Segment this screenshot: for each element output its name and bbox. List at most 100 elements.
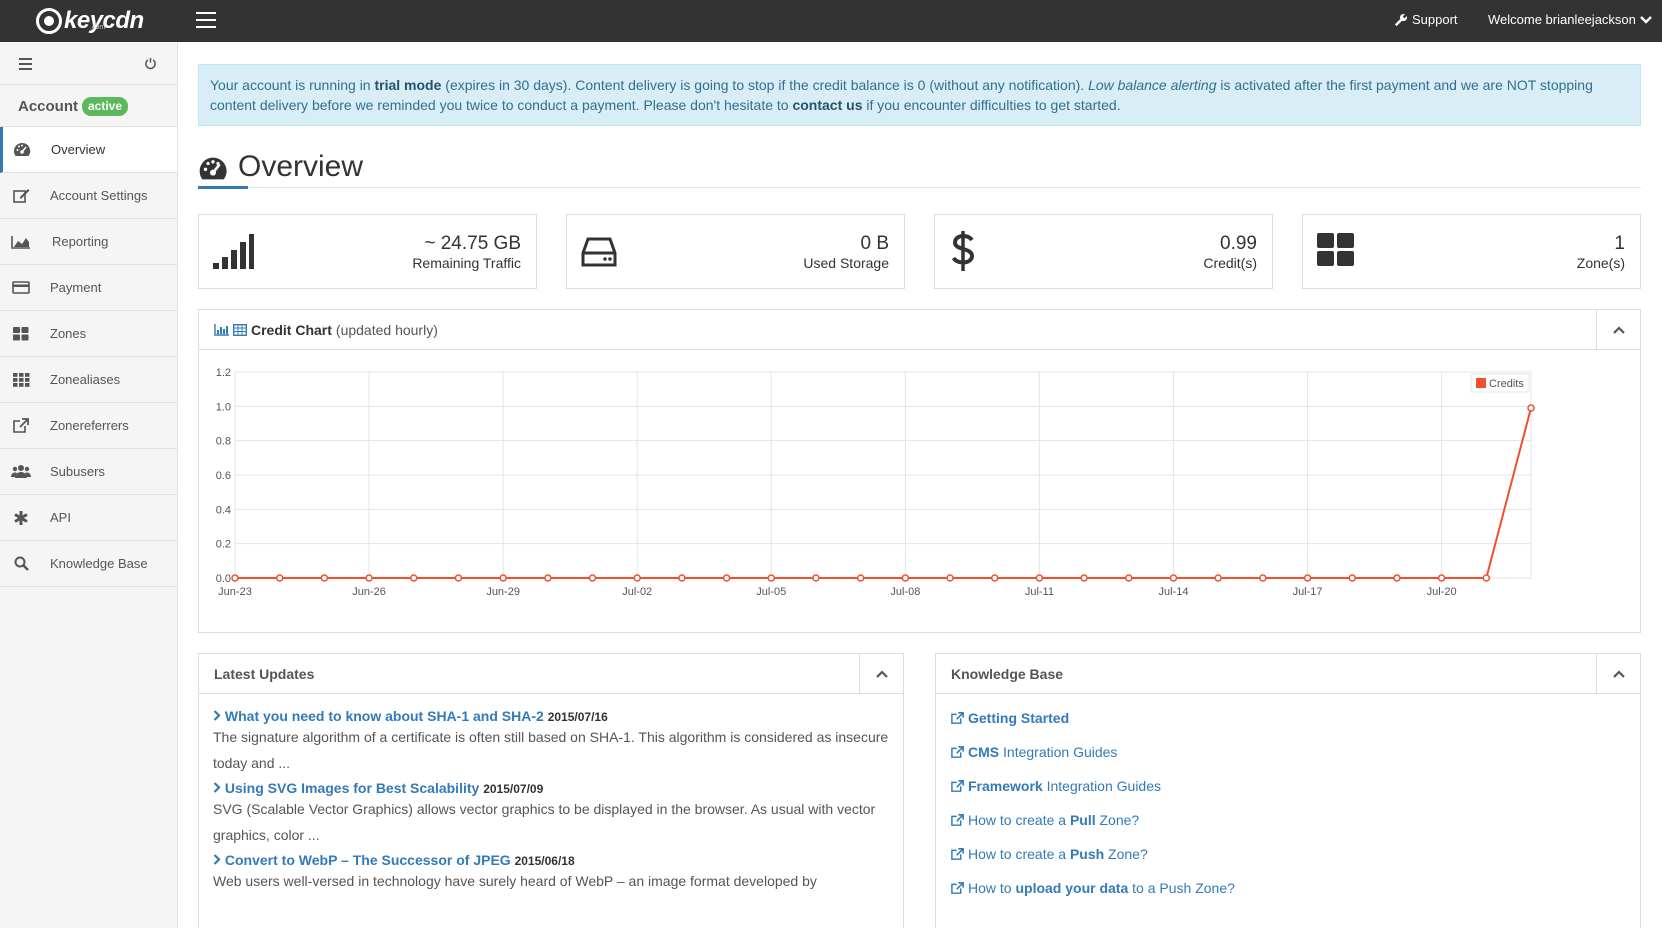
user-menu-dropdown[interactable]: Welcome brianleejackson xyxy=(1488,12,1652,27)
x-tick-label: Jul-05 xyxy=(756,586,786,598)
sidebar-collapse-icon[interactable] xyxy=(19,58,32,70)
status-badge: active xyxy=(82,97,129,116)
update-item: What you need to know about SHA-1 and SH… xyxy=(213,708,889,776)
sidebar-item-label: Account Settings xyxy=(50,188,148,203)
sidebar-toolbar xyxy=(0,42,177,85)
sidebar: Account active Overview Account Settings … xyxy=(0,42,178,928)
data-point xyxy=(588,574,597,582)
sidebar-item-api[interactable]: API xyxy=(0,495,177,541)
power-icon[interactable] xyxy=(144,57,157,70)
x-tick-label: Jul-08 xyxy=(890,586,920,598)
collapse-chart-button[interactable] xyxy=(1596,310,1640,349)
sidebar-item-zonereferrers[interactable]: Zonereferrers xyxy=(0,403,177,449)
hdd-icon xyxy=(581,237,617,267)
update-title-link[interactable]: Using SVG Images for Best Scalability xyxy=(225,780,479,796)
sidebar-item-zones[interactable]: Zones xyxy=(0,311,177,357)
sidebar-item-payment[interactable]: Payment xyxy=(0,265,177,311)
external-link-icon xyxy=(951,882,964,894)
sidebar-item-label: Zonereferrers xyxy=(50,418,129,433)
alert-text: (expires in 30 days). Content delivery i… xyxy=(441,77,1089,93)
kb-link-upload-data[interactable]: How to upload your data to a Push Zone? xyxy=(951,880,1235,896)
data-point xyxy=(1393,574,1401,582)
stat-label: Remaining Traffic xyxy=(412,255,521,271)
data-point xyxy=(678,574,686,582)
dashboard-icon xyxy=(11,142,33,158)
x-tick-label: Jul-02 xyxy=(622,586,652,598)
asterisk-icon xyxy=(10,510,32,526)
kb-link-framework-guides[interactable]: Framework Integration Guides xyxy=(951,778,1161,794)
kb-link-getting-started[interactable]: Getting Started xyxy=(951,710,1069,726)
sidebar-item-knowledge-base[interactable]: Knowledge Base xyxy=(0,541,177,587)
data-point xyxy=(231,574,239,582)
menu-toggle-icon[interactable] xyxy=(196,12,216,28)
data-point xyxy=(767,574,776,582)
panel-title: Latest Updates xyxy=(214,666,314,682)
y-tick-label: 0.6 xyxy=(216,470,231,482)
stat-label: Used Storage xyxy=(803,255,889,271)
kb-link-bold: Push xyxy=(1069,846,1105,862)
chevron-right-icon xyxy=(213,782,221,793)
y-tick-label: 1.2 xyxy=(216,367,231,379)
keycdn-logo[interactable]: keycdn xyxy=(36,6,144,36)
legend-label: Credits xyxy=(1489,378,1524,390)
support-link[interactable]: Support xyxy=(1394,12,1458,27)
external-link-icon xyxy=(10,418,32,434)
sidebar-item-zonealiases[interactable]: Zonealiases xyxy=(0,357,177,403)
update-date: 2015/07/16 xyxy=(547,710,608,724)
credit-card-icon xyxy=(10,280,32,296)
data-point xyxy=(1482,574,1491,582)
page-header: Overview xyxy=(198,150,1641,189)
data-point xyxy=(990,574,999,582)
update-title-link[interactable]: What you need to know about SHA-1 and SH… xyxy=(225,708,544,724)
logo-domain: .com xyxy=(90,24,106,31)
chevron-up-icon xyxy=(875,669,888,678)
sidebar-item-account-settings[interactable]: Account Settings xyxy=(0,173,177,219)
support-label: Support xyxy=(1412,12,1458,27)
sidebar-item-label: Subusers xyxy=(50,464,105,479)
x-tick-label: Jun-23 xyxy=(218,586,252,598)
sidebar-item-subusers[interactable]: Subusers xyxy=(0,449,177,495)
data-point xyxy=(320,574,329,582)
kb-link-text: How to create a xyxy=(968,846,1070,862)
kb-link-text: to a Push Zone? xyxy=(1128,880,1235,896)
alert-text: if you encounter difficulties to get sta… xyxy=(862,97,1121,113)
external-link-icon xyxy=(951,848,964,860)
data-point xyxy=(946,574,954,582)
grid-small-icon xyxy=(10,372,32,388)
y-tick-label: 1.0 xyxy=(216,401,231,413)
kb-link-text: How to create a xyxy=(968,812,1070,828)
update-excerpt: SVG (Scalable Vector Graphics) allows ve… xyxy=(213,801,876,843)
account-label: Account xyxy=(18,98,78,115)
stat-remaining-traffic: ~ 24.75 GB Remaining Traffic xyxy=(198,214,537,289)
credit-chart-panel: Credit Chart (updated hourly) 0.0 0.2 0.4 0… xyxy=(198,309,1641,633)
area-chart-icon xyxy=(10,234,32,250)
kb-link-push-zone[interactable]: How to create a Push Zone? xyxy=(951,846,1148,862)
chevron-up-icon xyxy=(1612,669,1625,678)
external-link-icon xyxy=(951,712,964,724)
update-title-link[interactable]: Convert to WebP – The Successor of JPEG xyxy=(225,852,511,868)
contact-us-link[interactable]: contact us xyxy=(792,97,862,113)
users-icon xyxy=(10,464,32,480)
x-tick-label: Jul-20 xyxy=(1427,586,1457,598)
kb-link-text: How to xyxy=(968,880,1016,896)
kb-link-cms-guides[interactable]: CMS Integration Guides xyxy=(951,744,1117,760)
sidebar-item-label: API xyxy=(50,510,71,525)
data-point xyxy=(1437,574,1446,582)
collapse-kb-button[interactable] xyxy=(1596,654,1640,693)
chevron-right-icon xyxy=(213,854,221,865)
knowledge-base-panel: Knowledge Base Getting Started CMS Integ… xyxy=(935,653,1641,928)
kb-link-pull-zone[interactable]: How to create a Pull Zone? xyxy=(951,812,1139,828)
data-point xyxy=(1527,404,1535,412)
panel-title: Credit Chart (updated hourly) xyxy=(214,322,438,338)
dashboard-icon xyxy=(199,157,227,180)
stat-label: Credit(s) xyxy=(1203,255,1257,271)
collapse-updates-button[interactable] xyxy=(859,654,903,693)
stat-zones: 1 Zone(s) xyxy=(1302,214,1641,289)
kb-link-bold: CMS xyxy=(968,744,1000,760)
data-point xyxy=(856,574,865,582)
sidebar-item-reporting[interactable]: Reporting xyxy=(0,219,177,265)
alert-low-balance: Low balance alerting xyxy=(1088,77,1217,93)
sidebar-item-overview[interactable]: Overview xyxy=(0,127,177,173)
kb-link-bold: upload your data xyxy=(1015,880,1129,896)
sidebar-item-label: Zones xyxy=(50,326,87,341)
